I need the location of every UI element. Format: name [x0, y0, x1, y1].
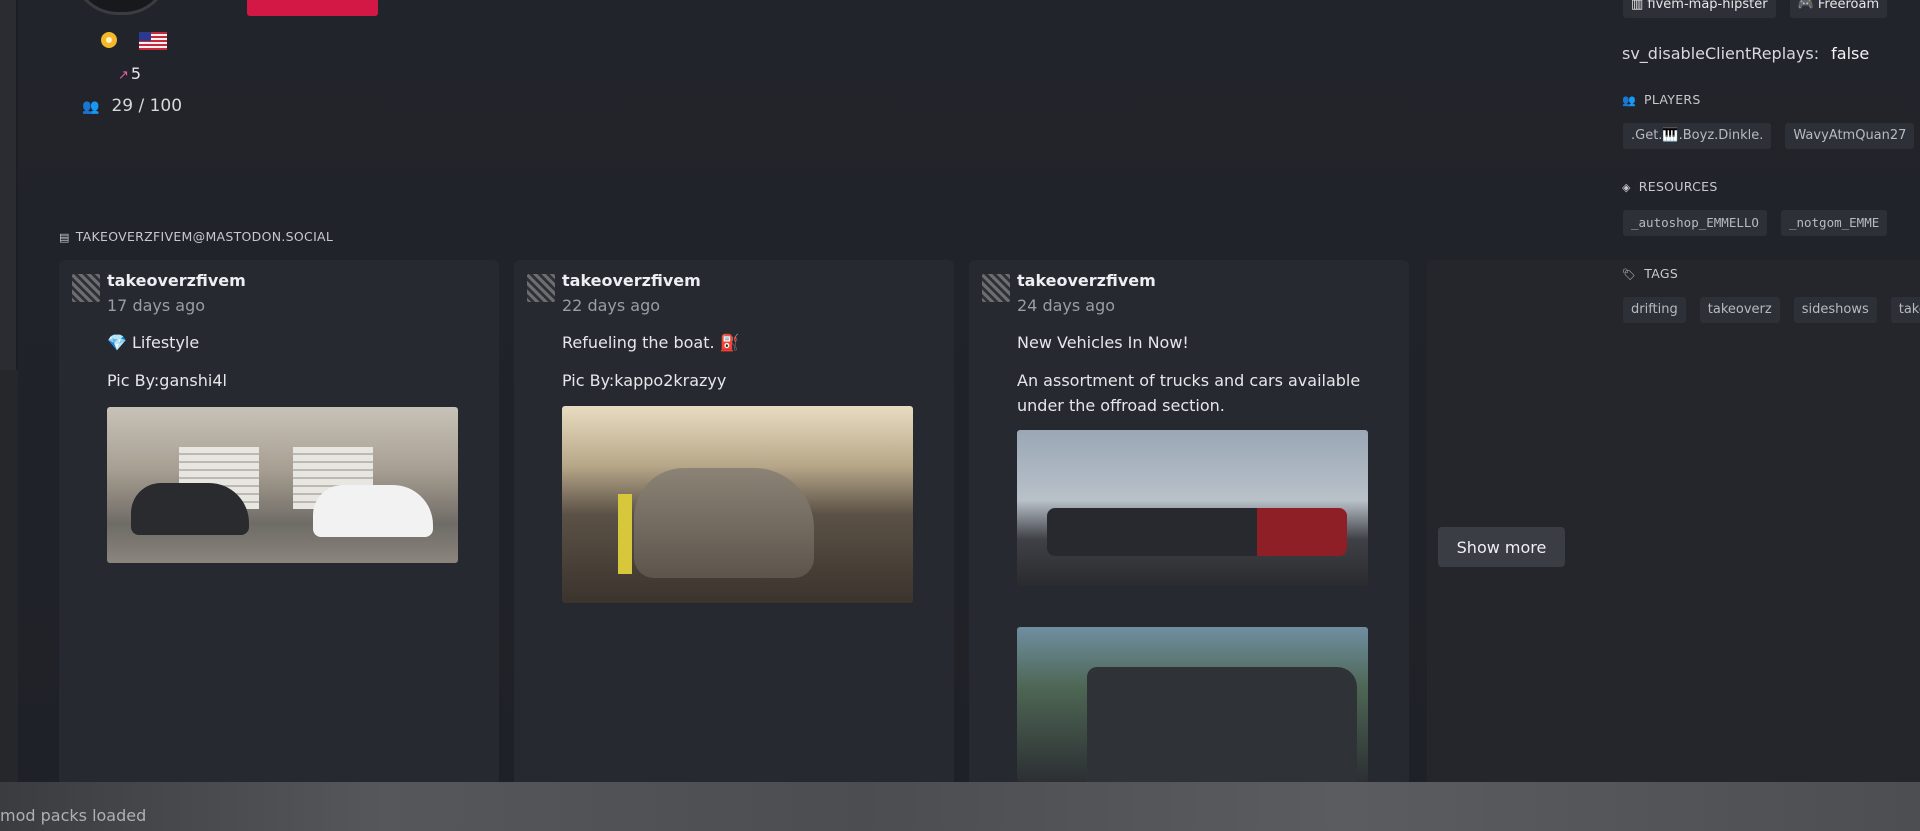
- player-chip[interactable]: .Get.🎹.Boyz.Dinkle.: [1623, 123, 1772, 149]
- tag-chip[interactable]: sideshows: [1793, 297, 1877, 323]
- player-chip[interactable]: WavyAtmQuan27: [1785, 123, 1915, 149]
- post-image[interactable]: [562, 406, 913, 603]
- users-icon: 👥: [1622, 94, 1636, 107]
- gametype-chip[interactable]: 🎮 Freeroam: [1789, 0, 1888, 18]
- post-line: An assortment of trucks and cars availab…: [1017, 371, 1361, 415]
- players-title: 👥 PLAYERS: [1622, 92, 1701, 107]
- feed-post[interactable]: takeoverzfivem 17 days ago 💎 Lifestyle P…: [59, 260, 499, 782]
- tag-chip[interactable]: take: [1890, 297, 1920, 323]
- loading-status: mod packs loaded: [0, 806, 147, 825]
- post-body: New Vehicles In Now! An assortment of tr…: [1017, 330, 1392, 431]
- layers-icon: ◈: [1622, 181, 1631, 194]
- post-time: 24 days ago: [1017, 296, 1116, 315]
- tags-title: 🏷 TAGS: [1622, 266, 1679, 281]
- show-more-card: [1427, 260, 1920, 782]
- car-sedan: [634, 468, 814, 578]
- upvote-count: ↗ 5: [118, 64, 142, 83]
- post-image[interactable]: [1017, 430, 1368, 586]
- post-body: 💎 Lifestyle Pic By:ganshi4l: [107, 330, 482, 406]
- post-time: 17 days ago: [107, 296, 206, 315]
- users-icon: 👥: [82, 99, 100, 115]
- post-line: Pic By:kappo2krazyy: [562, 371, 727, 390]
- player-count: 👥 29 / 100: [82, 96, 183, 116]
- trending-icon: ↗: [118, 68, 129, 83]
- server-variable: sv_disableClientReplays: false: [1622, 44, 1870, 63]
- feed-post[interactable]: takeoverzfivem 24 days ago New Vehicles …: [969, 260, 1409, 782]
- post-line: Refueling the boat. ⛽: [562, 333, 740, 352]
- post-body: Refueling the boat. ⛽ Pic By:kappo2krazy…: [562, 330, 937, 406]
- author-avatar: [72, 274, 100, 302]
- feed-post[interactable]: takeoverzfivem 22 days ago Refueling the…: [514, 260, 954, 782]
- post-line: Pic By:ganshi4l: [107, 371, 227, 390]
- post-line: New Vehicles In Now!: [1017, 333, 1189, 352]
- gamepad-icon: 🎮: [1797, 0, 1818, 12]
- players-list: .Get.🎹.Boyz.Dinkle. WavyAtmQuan27: [1623, 123, 1920, 149]
- post-image[interactable]: [107, 407, 458, 563]
- post-author[interactable]: takeoverzfivem: [562, 271, 701, 290]
- background-strip-lower: [0, 370, 18, 790]
- author-avatar: [982, 274, 1010, 302]
- car-white: [313, 485, 433, 537]
- feed-header: ▤ TAKEOVERZFIVEM@MASTODON.SOCIAL: [59, 229, 334, 244]
- tag-icon: 🏷: [1622, 268, 1637, 281]
- feed-icon: ▤: [59, 231, 70, 244]
- us-flag-icon: [139, 32, 167, 50]
- post-author[interactable]: takeoverzfivem: [107, 271, 246, 290]
- tag-chip[interactable]: drifting: [1623, 297, 1686, 323]
- show-more-button[interactable]: Show more: [1438, 527, 1565, 567]
- bottom-backdrop: [0, 782, 1920, 831]
- tag-chip[interactable]: takeoverz: [1699, 297, 1780, 323]
- car-dark: [131, 483, 249, 535]
- map-icon: ▥: [1631, 0, 1648, 12]
- pickup-truck: [1087, 667, 1357, 782]
- boost-icon: [101, 32, 117, 48]
- connect-button[interactable]: [247, 0, 378, 16]
- post-author[interactable]: takeoverzfivem: [1017, 271, 1156, 290]
- resources-list: _autoshop_EMMELLO _notgom_EMME: [1623, 210, 1901, 236]
- author-avatar: [527, 274, 555, 302]
- top-chips: ▥ fivem-map-hipster 🎮 Freeroam: [1623, 0, 1901, 18]
- bollard: [618, 494, 632, 574]
- resources-title: ◈ RESOURCES: [1622, 179, 1718, 194]
- resource-chip[interactable]: _notgom_EMME: [1780, 210, 1888, 236]
- map-chip[interactable]: ▥ fivem-map-hipster: [1623, 0, 1776, 18]
- truck-row: [1047, 508, 1347, 556]
- post-time: 22 days ago: [562, 296, 661, 315]
- resource-chip[interactable]: _autoshop_EMMELLO: [1623, 210, 1767, 236]
- background-strip: [0, 0, 16, 370]
- tags-list: drifting takeoverz sideshows take: [1623, 297, 1920, 323]
- post-image[interactable]: [1017, 627, 1368, 782]
- post-line: 💎 Lifestyle: [107, 333, 200, 352]
